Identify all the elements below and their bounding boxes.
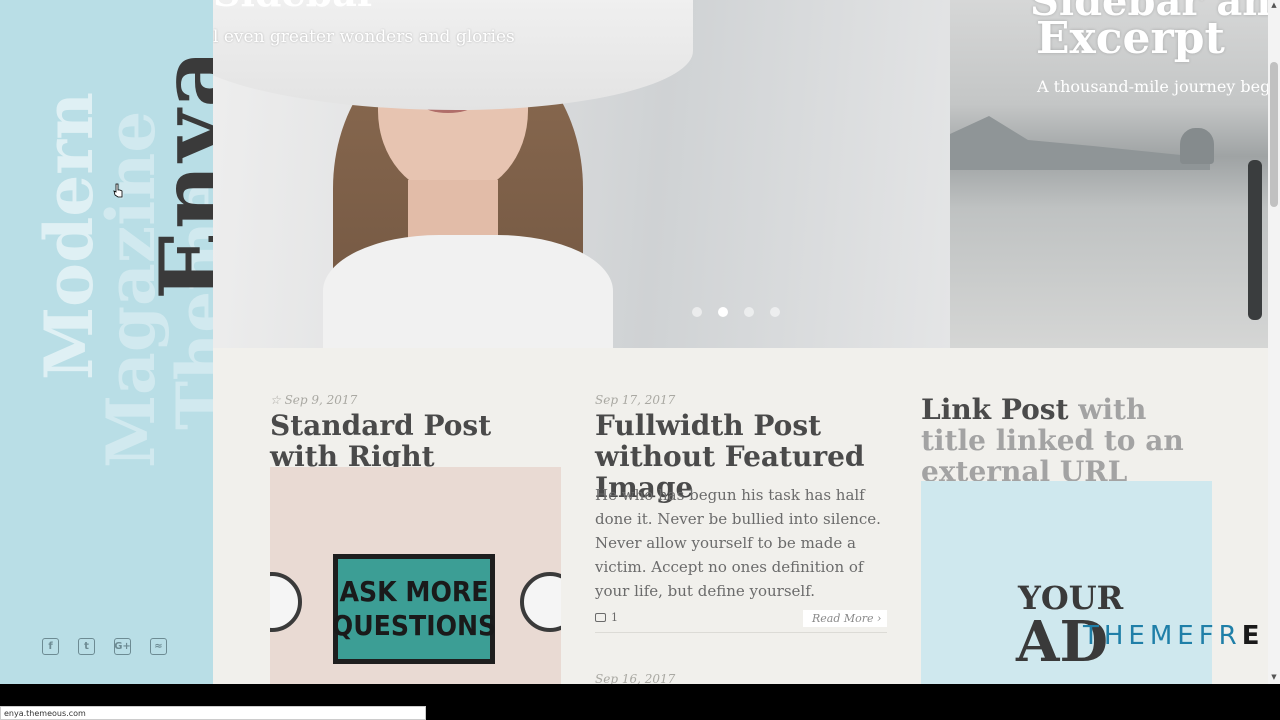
slide-photo-mountains xyxy=(950,116,1210,170)
post-featured-image[interactable]: ASK MORE QUESTIONS xyxy=(270,467,561,684)
read-more-button[interactable]: Read More › xyxy=(803,610,887,627)
post-date: Sep 16, 2017 xyxy=(595,672,676,684)
twitter-icon[interactable]: t xyxy=(78,638,95,655)
slide-current[interactable]: Sidebar l even greater wonders and glori… xyxy=(213,0,950,348)
read-more-label: Read More xyxy=(812,612,874,625)
ad-brand-tail: E xyxy=(1241,621,1265,651)
slider-dot-3[interactable] xyxy=(744,307,754,317)
slide-next-excerpt: A thousand-mile journey begi xyxy=(1037,77,1268,96)
clock-left xyxy=(270,572,302,632)
ask-questions-sign: ASK MORE QUESTIONS xyxy=(331,554,497,664)
chevron-right-icon: › xyxy=(877,612,882,625)
slide-excerpt: l even greater wonders and glories xyxy=(213,27,515,47)
sign-line-2: QUESTIONS xyxy=(331,609,497,642)
ad-brand-text: THEMEFR xyxy=(1083,621,1242,651)
sidebar: Modern Magazine Theme Enya f t G+ ≈ xyxy=(0,0,213,684)
slider-dots xyxy=(692,307,780,317)
sign-line-1: ASK MORE xyxy=(339,575,489,608)
status-bar-url: enya.themeous.com xyxy=(0,706,426,720)
post-divider xyxy=(595,632,887,633)
ad-brand-logo: THEMEFRE xyxy=(1083,621,1265,651)
post-date: ☆ Sep 9, 2017 xyxy=(270,393,357,407)
slider-dot-2[interactable] xyxy=(718,307,728,317)
comment-count-value: 1 xyxy=(611,611,618,624)
scroll-down-icon[interactable]: ▼ xyxy=(1270,673,1278,681)
slide-next-title-line2[interactable]: Excerpt xyxy=(1036,13,1225,64)
social-links: f t G+ ≈ xyxy=(42,638,167,655)
slide-photo-rock xyxy=(1180,128,1214,164)
link-post-title-link[interactable]: Link Post xyxy=(921,393,1069,426)
featured-slider[interactable]: Sidebar l even greater wonders and glori… xyxy=(213,0,1268,348)
google-plus-icon[interactable]: G+ xyxy=(114,638,131,655)
scroll-thumb[interactable] xyxy=(1270,62,1278,207)
comment-icon xyxy=(595,613,606,622)
post-date: Sep 17, 2017 xyxy=(595,393,676,407)
rss-icon[interactable]: ≈ xyxy=(150,638,167,655)
link-post-title[interactable]: Link Post with title linked to an extern… xyxy=(921,394,1211,487)
facebook-icon[interactable]: f xyxy=(42,638,59,655)
hand-cursor-icon xyxy=(113,183,123,198)
slide-photo-shirt xyxy=(323,235,613,348)
slide-next[interactable]: Sidebar and Excerpt A thousand-mile jour… xyxy=(950,0,1268,348)
slide-photo-person xyxy=(1248,160,1262,320)
slide-title[interactable]: Sidebar xyxy=(213,0,377,15)
post-grid: ☆ Sep 9, 2017 Standard Post with Right S… xyxy=(213,348,1268,684)
clock-right xyxy=(520,572,561,632)
ad-banner[interactable]: YOUR AD THEMEFRE xyxy=(921,481,1260,684)
slider-dot-1[interactable] xyxy=(692,307,702,317)
comment-count[interactable]: 1 xyxy=(595,611,618,624)
scroll-up-icon[interactable]: ▲ xyxy=(1270,1,1278,9)
slide-photo-cloth xyxy=(213,0,693,110)
post-excerpt: He who has begun his task has half done … xyxy=(595,486,881,600)
site-logo[interactable]: Enya xyxy=(140,47,213,300)
slider-dot-4[interactable] xyxy=(770,307,780,317)
pin-icon: ☆ xyxy=(270,393,285,407)
page-scrollbar[interactable]: ▲ ▼ xyxy=(1268,0,1280,684)
post-date-text: Sep 9, 2017 xyxy=(284,393,358,407)
